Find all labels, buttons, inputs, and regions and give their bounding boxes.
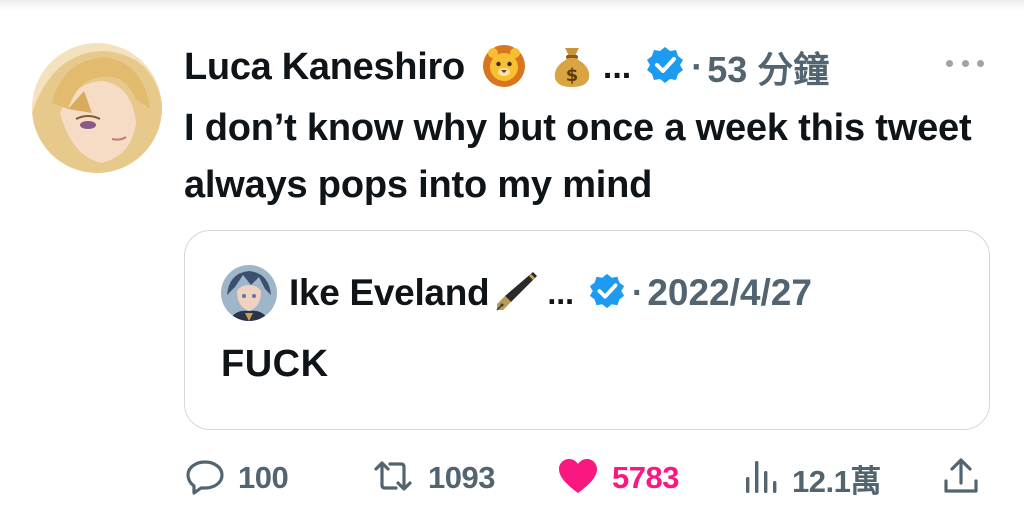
separator-dot: · xyxy=(691,46,704,87)
tweet-header: Luca Kaneshiro $ ... · 53 分鐘 xyxy=(184,36,829,98)
tweet-text: I don’t know why but once a week this tw… xyxy=(184,107,972,206)
money-bag-emoji: $ xyxy=(551,42,593,93)
like-count: 5783 xyxy=(612,460,679,495)
action-bar: 100 1093 5783 12.1萬 xyxy=(184,452,990,504)
quoted-separator-dot: · xyxy=(631,273,644,312)
retweet-button[interactable]: 1093 xyxy=(370,452,495,504)
views-bar-chart-icon xyxy=(744,455,780,502)
top-divider xyxy=(0,0,1024,10)
share-icon xyxy=(940,455,982,502)
name-ellipsis: ... xyxy=(602,47,632,86)
reply-icon xyxy=(184,455,226,502)
fountain-pen-emoji xyxy=(493,268,539,319)
reply-count: 100 xyxy=(238,460,289,495)
author-name[interactable]: Luca Kaneshiro xyxy=(184,46,465,89)
views-button[interactable]: 12.1萬 xyxy=(744,452,881,504)
svg-text:$: $ xyxy=(566,65,579,86)
quoted-verified-badge-icon xyxy=(588,272,626,315)
reply-button[interactable]: 100 xyxy=(184,452,289,504)
quoted-name-ellipsis: ... xyxy=(547,274,574,311)
retweet-icon xyxy=(370,455,416,502)
avatar[interactable] xyxy=(32,43,162,173)
quoted-avatar xyxy=(221,265,277,321)
retweet-count: 1093 xyxy=(428,460,495,495)
quoted-date: 2022/4/27 xyxy=(647,272,812,313)
quoted-tweet-header: Ike Eveland ... · 2022/4/27 xyxy=(221,265,812,321)
view-count: 12.1萬 xyxy=(792,463,881,499)
quoted-tweet[interactable]: Ike Eveland ... · 2022/4/27 FUCK xyxy=(184,230,990,430)
verified-badge-icon xyxy=(645,45,685,90)
share-button[interactable] xyxy=(940,452,982,504)
quoted-tweet-text: FUCK xyxy=(221,343,329,385)
tweet[interactable]: Luca Kaneshiro $ ... · 53 分鐘 I don’t kno… xyxy=(0,0,1024,517)
heart-icon xyxy=(556,455,600,502)
timestamp[interactable]: 53 分鐘 xyxy=(707,41,829,93)
lion-face-emoji xyxy=(481,42,527,93)
like-button[interactable]: 5783 xyxy=(556,452,679,504)
quoted-author-name[interactable]: Ike Eveland xyxy=(289,272,490,314)
more-options-icon[interactable] xyxy=(940,48,990,78)
